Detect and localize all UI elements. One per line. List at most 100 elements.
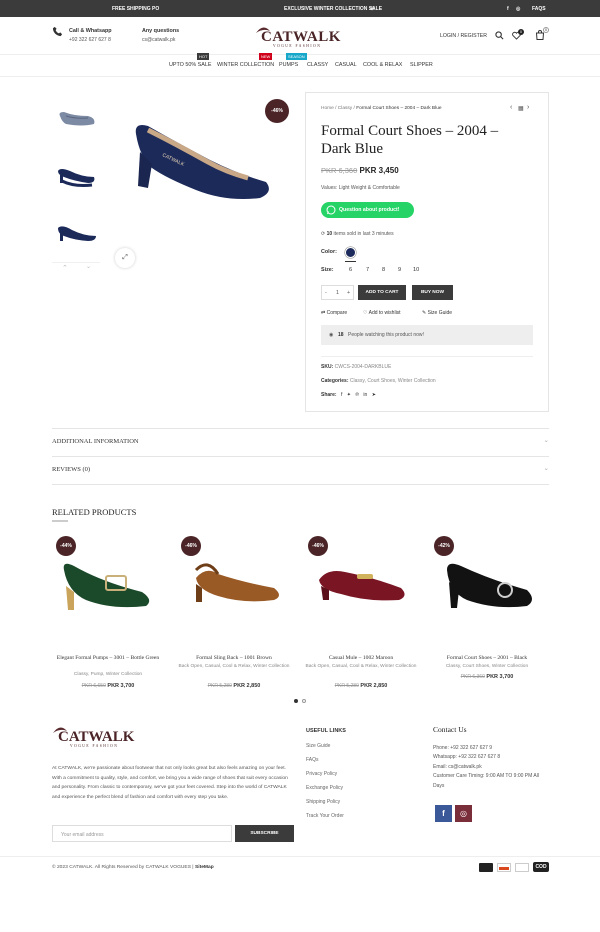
top-bar: FREE SHIPPING PO EXCLUSIVE WINTER COLLEC… — [0, 0, 600, 17]
size-option-8[interactable]: 8 — [382, 267, 385, 273]
twitter-icon[interactable]: ✦ — [347, 392, 351, 398]
wishlist-count: 0 — [518, 29, 524, 35]
product-categories[interactable]: Classy, Court Shoes, Winter Collection — [431, 663, 543, 671]
nav-item-casual[interactable]: CASUAL — [335, 62, 357, 68]
logo[interactable]: CATWALK VOGUE FASHION — [255, 25, 350, 49]
nav-item-sale[interactable]: UPTO 50% SALE — [169, 62, 211, 68]
watching-notice: ◉ 18 People watching this product now! — [321, 325, 533, 345]
footer-link-size-guide[interactable]: Size Guide — [306, 743, 330, 749]
sitemap-link[interactable]: SiteMap — [195, 865, 214, 870]
color-swatch-dark-blue[interactable] — [345, 247, 356, 258]
grid-icon[interactable]: ▦ — [518, 105, 524, 112]
nav-item-slipper[interactable]: SLIPPER — [410, 62, 433, 68]
sale-notice[interactable]: EXCLUSIVE WINTER COLLECTION SALE — [284, 6, 382, 12]
product-title[interactable]: Elegant Formal Pumps – 3001 – Bottle Gre… — [52, 654, 164, 662]
nav-item-winter-collection[interactable]: WINTER COLLECTION — [217, 62, 274, 68]
footer-link-faqs[interactable]: FAQs — [306, 757, 319, 763]
nav-item-classy[interactable]: CLASSY — [307, 62, 328, 68]
size-option-6[interactable]: 6 — [349, 267, 352, 273]
qty-input[interactable]: 1 — [336, 290, 339, 296]
size-guide-link[interactable]: ✎ Size Guide — [422, 310, 452, 316]
footer-logo[interactable]: CATWALK VOGUE FASHION — [52, 725, 147, 751]
carousel-dot-active[interactable] — [294, 699, 298, 703]
footer-link-privacy[interactable]: Privacy Policy — [306, 771, 337, 777]
carousel-dot[interactable] — [302, 699, 306, 703]
facebook-icon[interactable]: f — [341, 392, 342, 398]
product-categories[interactable]: Back Open, Casual, Cool & Relax, Winter … — [178, 663, 290, 671]
discount-badge: -44% — [56, 536, 76, 556]
thumbnail-2[interactable] — [52, 151, 100, 195]
call-title: Call & Whatsapp — [69, 28, 112, 34]
search-icon[interactable] — [495, 31, 504, 40]
instagram-icon[interactable]: ◎ — [516, 6, 520, 12]
footer-link-shipping[interactable]: Shipping Policy — [306, 799, 340, 805]
contact-timing: Customer Care Timing: 9:00 AM TO 9:00 PM… — [433, 773, 539, 789]
call-number[interactable]: +92 322 627 627 8 — [69, 37, 111, 43]
divider — [321, 356, 533, 357]
breadcrumb: Home / Classy / Formal Court Shoes – 200… — [321, 106, 442, 111]
product-categories[interactable]: Classy, Pump, Winter Collection — [52, 671, 164, 679]
size-option-9[interactable]: 9 — [398, 267, 401, 273]
wishlist-link[interactable]: ♡ Add to wishlist — [363, 310, 401, 316]
share-row: Share: f ✦ ℗ in ➤ — [321, 392, 376, 398]
pinterest-icon[interactable]: ℗ — [355, 392, 359, 398]
product-title: Formal Court Shoes – 2004 – Dark Blue — [321, 123, 499, 157]
categories-links[interactable]: Classy, Court Shoes, Winter Collection — [350, 378, 436, 384]
footer-link-exchange[interactable]: Exchange Policy — [306, 785, 343, 791]
contact-title: Contact Us — [433, 725, 467, 734]
thumbnail-nav: ⌃ ⌄ — [52, 262, 100, 272]
size-option-7[interactable]: 7 — [366, 267, 369, 273]
zoom-icon[interactable]: ⤢ — [115, 248, 135, 268]
faqs-link[interactable]: FAQS — [532, 6, 546, 12]
chevron-down-icon: ⌄ — [543, 437, 549, 444]
thumbnail-3[interactable] — [52, 208, 100, 252]
linkedin-icon[interactable]: in — [363, 392, 367, 398]
watching-count: 18 — [338, 332, 344, 338]
product-categories[interactable]: Back Open, Casual, Cool & Relax, Winter … — [305, 663, 417, 671]
instagram-icon[interactable]: ◎ — [455, 805, 472, 822]
product-title[interactable]: Formal Sling Back – 1001 Brown — [178, 654, 290, 662]
breadcrumb-category[interactable]: Classy — [338, 106, 352, 111]
product-title[interactable]: Formal Court Shoes – 2001 – Black — [431, 654, 543, 662]
nav-item-cool-relax[interactable]: COOL & RELAX — [363, 62, 402, 68]
contact-phone[interactable]: Phone: +92 322 627 627 9 — [433, 744, 548, 753]
cart-count: 0 — [543, 27, 549, 33]
contact-whatsapp[interactable]: Whatsapp: +92 322 627 627 8 — [433, 753, 548, 762]
main-product-image[interactable]: CATWALK — [126, 112, 276, 208]
whatsapp-button[interactable]: Question about product! — [321, 202, 414, 218]
chevron-down-icon: ⌄ — [543, 465, 549, 472]
compare-link[interactable]: ⇄ Compare — [321, 310, 347, 316]
subscribe-button[interactable]: SUBSCRIBE — [235, 825, 294, 842]
breadcrumb-home[interactable]: Home — [321, 106, 334, 111]
telegram-icon[interactable]: ➤ — [372, 392, 376, 398]
facebook-icon[interactable]: f — [435, 805, 452, 822]
old-price: PKR 6,360 — [321, 166, 358, 175]
sold-count: 10 — [326, 231, 333, 237]
add-to-cart-button[interactable]: ADD TO CART — [358, 285, 406, 300]
nav-item-pumps[interactable]: PUMPS — [279, 62, 298, 68]
sku-row: SKU: CWCS-2004-DARKBLUE — [321, 364, 392, 370]
discount-badge: -46% — [181, 536, 201, 556]
size-option-10[interactable]: 10 — [413, 267, 419, 273]
chevron-up-icon[interactable]: ⌃ — [62, 264, 68, 272]
chevron-down-icon[interactable]: ⌄ — [86, 263, 91, 270]
qty-minus-button[interactable]: - — [325, 290, 327, 296]
questions-email[interactable]: cs@catwalk.pk — [142, 37, 175, 43]
related-title: RELATED PRODUCTS — [52, 507, 137, 517]
newsletter-email-input[interactable]: Your email address — [52, 825, 232, 842]
ruler-icon: ✎ — [422, 310, 427, 316]
buy-now-button[interactable]: BUY NOW — [412, 285, 453, 300]
footer-link-track-order[interactable]: Track Your Order — [306, 813, 344, 819]
product-title[interactable]: Casual Mule – 1002 Maroon — [305, 654, 417, 662]
login-register-link[interactable]: LOGIN / REGISTER — [440, 33, 487, 39]
thumbnail-1[interactable] — [52, 94, 100, 138]
discount-badge: -46% — [265, 99, 289, 123]
contact-email[interactable]: Email: cs@catwalk.pk — [433, 763, 548, 772]
season-badge: SEASON — [286, 53, 307, 60]
next-product-icon[interactable]: › — [527, 104, 529, 111]
reviews-tab[interactable]: REVIEWS (0) ⌄ — [52, 457, 549, 485]
additional-info-tab[interactable]: ADDITIONAL INFORMATION ⌄ — [52, 429, 549, 457]
qty-plus-button[interactable]: + — [347, 290, 350, 296]
prev-product-icon[interactable]: ‹ — [510, 104, 512, 111]
facebook-icon[interactable]: f — [507, 6, 509, 12]
